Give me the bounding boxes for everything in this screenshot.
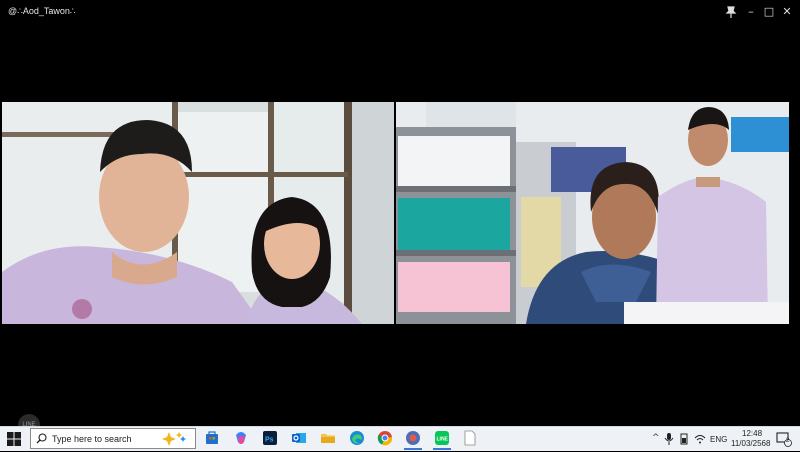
windows-start-icon[interactable] xyxy=(6,431,22,447)
notification-icon[interactable]: 2 xyxy=(776,431,792,447)
photoshop-icon[interactable]: Ps xyxy=(262,430,278,446)
video-feed-left-image xyxy=(2,102,394,324)
language-indicator[interactable]: ENG xyxy=(710,435,727,444)
outlook-icon[interactable] xyxy=(291,430,307,446)
title-bar: @∴Aod_Tawon∴ – □ ✕ xyxy=(0,0,800,24)
app-icon[interactable] xyxy=(405,430,421,446)
svg-text:Ps: Ps xyxy=(265,437,274,444)
svg-text:LINE: LINE xyxy=(437,437,449,443)
edge-icon[interactable] xyxy=(349,430,365,446)
minimize-button[interactable]: – xyxy=(742,3,760,21)
store-icon[interactable] xyxy=(204,430,220,446)
search-box[interactable]: Type here to search xyxy=(30,428,196,449)
close-button[interactable]: ✕ xyxy=(778,3,796,21)
chrome-icon[interactable] xyxy=(377,430,393,446)
document-icon[interactable] xyxy=(462,430,478,446)
file-explorer-icon[interactable] xyxy=(320,430,336,446)
taskbar: Type here to search Ps LINE ^ ENG 12:48 … xyxy=(0,426,800,451)
pin-icon[interactable] xyxy=(722,3,740,21)
chevron-up-icon[interactable]: ^ xyxy=(652,433,660,443)
battery-icon[interactable] xyxy=(678,432,690,445)
search-placeholder: Type here to search xyxy=(52,434,132,444)
notification-count: 2 xyxy=(786,438,790,444)
video-tile-left[interactable] xyxy=(2,102,394,324)
clock-time[interactable]: 12:48 xyxy=(742,429,762,438)
window-title: @∴Aod_Tawon∴ xyxy=(8,6,76,16)
copilot-icon[interactable] xyxy=(161,431,193,447)
clock-date[interactable]: 11/03/2568 xyxy=(731,439,770,448)
wifi-icon[interactable] xyxy=(694,432,706,444)
search-icon xyxy=(36,433,47,444)
video-tile-right[interactable] xyxy=(396,102,789,324)
line-icon[interactable]: LINE xyxy=(434,430,450,446)
video-call-stage: LINE xyxy=(0,24,800,436)
copilot-app-icon[interactable] xyxy=(233,430,249,446)
maximize-button[interactable]: □ xyxy=(760,3,778,21)
microphone-icon[interactable] xyxy=(664,432,674,445)
video-feed-right-image xyxy=(396,102,789,324)
